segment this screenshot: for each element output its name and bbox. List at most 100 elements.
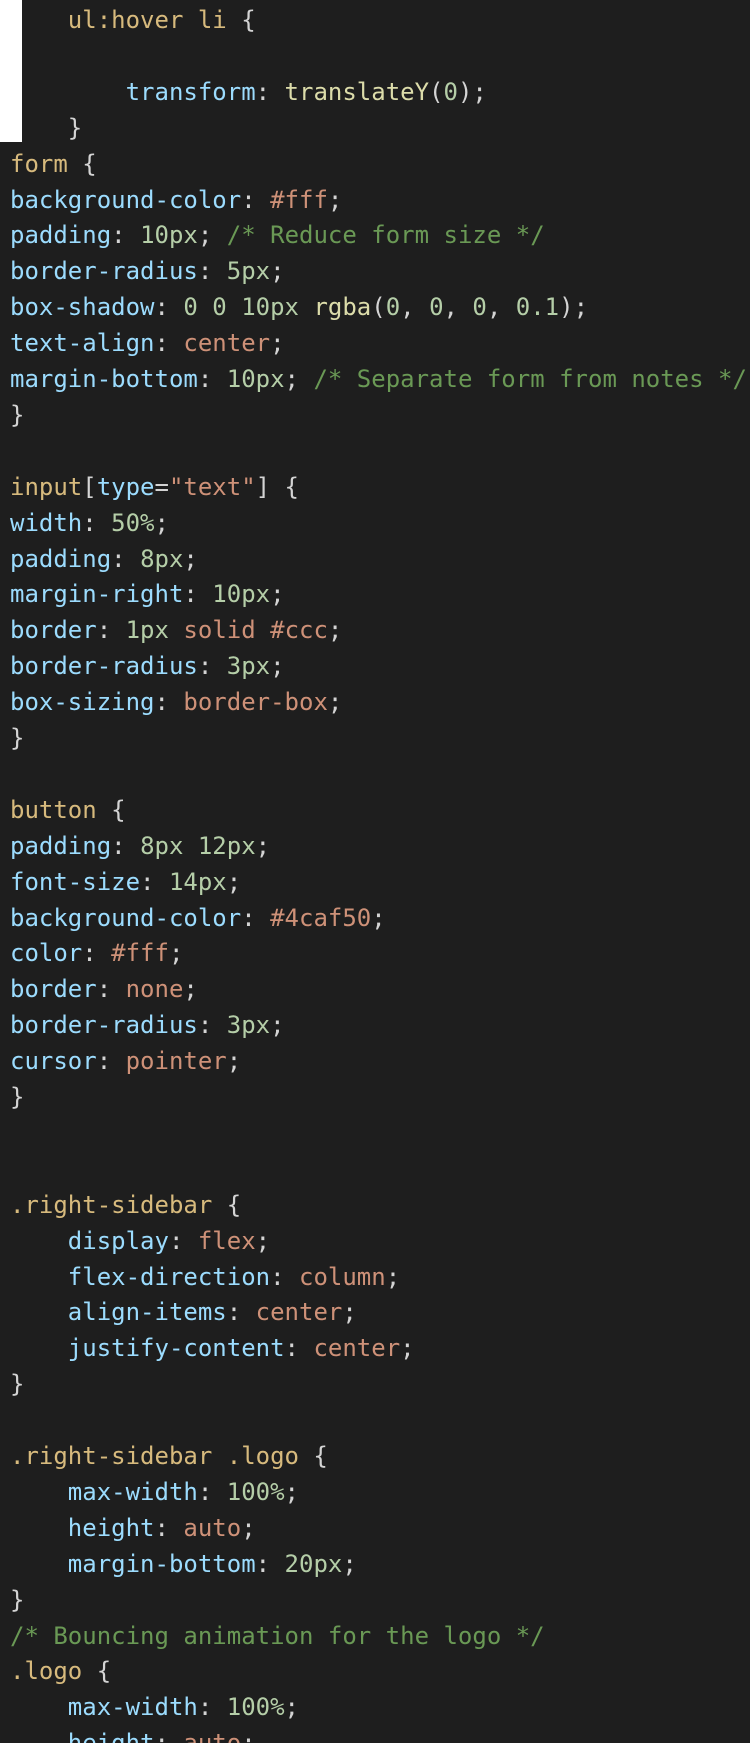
code-line: background-color: #fff; (10, 182, 342, 218)
code-token-punctuation: ( (429, 77, 444, 106)
code-line: padding: 8px; (10, 541, 198, 577)
code-token-punctuation: : (154, 688, 184, 717)
code-token-punctuation: : (284, 1334, 314, 1363)
code-token-punctuation: ; (241, 1513, 256, 1542)
code-token-punctuation: : (197, 365, 227, 393)
code-line: box-sizing: border-box; (10, 684, 342, 720)
code-token-punctuation: ; (327, 616, 343, 645)
code-token-punctuation: ); (457, 77, 487, 106)
code-token-punctuation: : (82, 939, 112, 968)
code-token-property: border-radius (10, 1011, 198, 1040)
code-token-number: 1px (125, 616, 169, 645)
code-token-property: transform (125, 77, 256, 106)
code-line: max-width: 100%; (10, 1689, 299, 1725)
code-token-punctuation: { (212, 1190, 242, 1219)
code-token-punctuation: } (10, 400, 25, 429)
code-line: margin-bottom: 10px; /* Separate form fr… (10, 361, 747, 397)
code-token-punctuation: : (111, 221, 141, 250)
code-token-property: margin-bottom (67, 1549, 256, 1578)
code-token-number: 3px (226, 1011, 271, 1040)
code-token-property: height (67, 1513, 155, 1542)
code-token-comment: /* Bouncing animation for the logo */ (10, 1621, 545, 1650)
code-token-property: width (10, 508, 83, 537)
code-line: height: auto; (10, 1725, 256, 1743)
code-token-property: background-color (10, 903, 242, 932)
code-token-value: none (125, 975, 184, 1004)
code-token-punctuation: : (241, 185, 271, 214)
code-token-punctuation: ; (385, 1262, 401, 1291)
code-token-punctuation: , (486, 293, 516, 322)
code-token-punctuation: : (197, 652, 227, 681)
code-token-punctuation: [ (82, 472, 97, 501)
code-token-punctuation: : (111, 544, 141, 573)
code-token-property: color (10, 939, 83, 968)
code-token-value: #fff (111, 939, 169, 968)
code-token-number: 10px (140, 221, 198, 250)
code-token-number: 0 0 10px (183, 293, 299, 322)
code-token-number: 0.1 (515, 293, 560, 322)
code-token-number: 8px 12px (140, 831, 256, 860)
code-token-punctuation: , (443, 293, 473, 322)
code-line: padding: 10px; /* Reduce form size */ (10, 217, 545, 253)
code-token-punctuation (169, 616, 183, 644)
code-line: max-width: 100%; (10, 1474, 299, 1510)
code-token-property: font-size (10, 867, 141, 896)
code-token-property: type (96, 472, 155, 501)
code-token-punctuation: ; (183, 975, 198, 1004)
code-token-punctuation: ; (400, 1334, 415, 1363)
code-line: text-align: center; (10, 325, 285, 361)
code-line: border-radius: 3px; (10, 1007, 285, 1043)
code-token-punctuation: ( (371, 293, 386, 322)
code-line: flex-direction: column; (10, 1259, 400, 1295)
code-token-function: rgba (313, 293, 372, 322)
code-token-property: border-radius (10, 652, 198, 681)
code-token-property: border (10, 616, 97, 645)
code-line: cursor: pointer; (10, 1043, 241, 1079)
code-line: /* Bouncing animation for the logo */ (10, 1618, 545, 1654)
code-line: width: 50%; (10, 505, 169, 541)
code-token-property: padding (10, 221, 112, 250)
code-token-punctuation: : (82, 508, 112, 537)
code-token-property: align-items (67, 1298, 227, 1327)
code-token-punctuation: , (400, 293, 430, 322)
code-token-punctuation: : (226, 1298, 256, 1327)
code-token-property: background-color (10, 185, 242, 214)
code-line: } (10, 1366, 24, 1402)
code-token-punctuation: } (67, 113, 83, 142)
code-token-punctuation: : (96, 1047, 126, 1076)
code-token-number: 20px (284, 1549, 343, 1578)
code-line: .logo { (10, 1653, 111, 1689)
code-token-punctuation: { (67, 149, 97, 178)
code-line: form { (10, 146, 97, 182)
code-token-number: 100% (226, 1693, 285, 1722)
code-line: border: none; (10, 971, 198, 1007)
code-token-punctuation: } (10, 724, 25, 752)
code-token-punctuation: : (155, 1729, 184, 1743)
code-token-punctuation: } (10, 1083, 25, 1111)
code-token-punctuation: : (197, 1693, 227, 1722)
code-token-punctuation: ; (342, 1298, 357, 1327)
code-token-number: 50% (111, 508, 155, 537)
code-token-value: flex (197, 1226, 256, 1255)
code-token-punctuation: ; (284, 1693, 299, 1722)
code-line: } (10, 1079, 24, 1115)
code-token-punctuation: ; (270, 652, 285, 681)
code-token-property: display (67, 1226, 169, 1255)
code-token-number: 0 (472, 293, 487, 322)
code-token-comment: /* Reduce form size */ (226, 221, 545, 250)
code-token-property: padding (10, 544, 112, 573)
code-token-punctuation: ; (168, 939, 184, 968)
code-token-property: max-width (67, 1693, 198, 1722)
code-token-property: margin-right (10, 580, 184, 609)
code-token-property: text-align (10, 329, 155, 358)
code-token-punctuation: ; (270, 1011, 285, 1040)
code-token-selector: ul:hover li (67, 6, 227, 34)
code-token-punctuation: : (255, 77, 285, 106)
code-token-value: solid #ccc (183, 616, 328, 645)
code-token-property: flex-direction (67, 1262, 271, 1291)
code-token-property: border-radius (10, 257, 198, 286)
code-token-punctuation: = (154, 472, 169, 501)
code-token-selector: .logo (10, 1657, 83, 1686)
code-line: border-radius: 5px; (10, 253, 285, 289)
code-line: } (10, 397, 24, 433)
